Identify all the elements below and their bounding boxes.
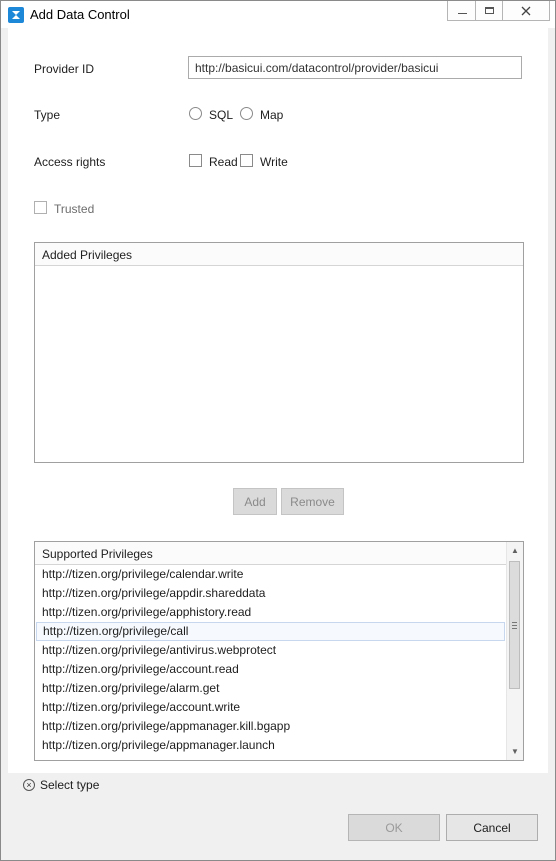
cancel-button[interactable]: Cancel <box>446 814 538 841</box>
add-button[interactable]: Add <box>233 488 277 515</box>
vertical-scrollbar[interactable]: ▲ ▼ <box>506 542 523 760</box>
read-label: Read <box>209 155 238 169</box>
maximize-icon <box>485 7 494 14</box>
type-sql-radio[interactable] <box>189 107 202 120</box>
write-label: Write <box>260 155 288 169</box>
dialog-window: Add Data Control Provider ID http://basi… <box>0 0 556 861</box>
app-icon <box>8 7 24 23</box>
close-button[interactable] <box>502 1 550 21</box>
scrollbar-thumb[interactable] <box>509 561 520 689</box>
grip-icon <box>512 621 517 629</box>
scroll-up-arrow-icon[interactable]: ▲ <box>507 542 523 559</box>
ok-button[interactable]: OK <box>348 814 440 841</box>
list-item[interactable]: http://tizen.org/privilege/call <box>36 622 505 641</box>
status-text: Select type <box>40 778 100 792</box>
list-item[interactable]: http://tizen.org/privilege/apphistory.re… <box>35 603 506 622</box>
trusted-checkbox[interactable] <box>34 201 47 214</box>
list-item[interactable]: http://tizen.org/privilege/calendar.writ… <box>35 565 506 584</box>
write-checkbox[interactable] <box>240 154 253 167</box>
supported-privileges-items: http://tizen.org/privilege/calendar.writ… <box>35 565 506 755</box>
access-rights-label: Access rights <box>34 155 106 169</box>
close-icon <box>521 6 531 15</box>
type-sql-label: SQL <box>209 108 234 122</box>
read-checkbox[interactable] <box>189 154 202 167</box>
type-map-label: Map <box>260 108 284 122</box>
maximize-button[interactable] <box>475 1 504 21</box>
list-item[interactable]: http://tizen.org/privilege/account.read <box>35 660 506 679</box>
provider-id-input[interactable]: http://basicui.com/datacontrol/provider/… <box>188 56 522 79</box>
supported-privileges-list[interactable]: Supported Privileges http://tizen.org/pr… <box>34 541 524 761</box>
minimize-button[interactable] <box>447 1 477 21</box>
error-circle-icon: × <box>23 779 35 791</box>
minimize-icon <box>457 11 467 14</box>
scroll-down-arrow-icon[interactable]: ▼ <box>507 743 523 760</box>
supported-privileges-header: Supported Privileges <box>35 542 506 565</box>
added-privileges-header: Added Privileges <box>35 243 523 266</box>
trusted-label: Trusted <box>54 202 95 216</box>
window-title: Add Data Control <box>30 7 130 22</box>
title-bar[interactable]: Add Data Control <box>1 1 555 28</box>
type-label: Type <box>34 108 61 122</box>
list-item[interactable]: http://tizen.org/privilege/alarm.get <box>35 679 506 698</box>
list-item[interactable]: http://tizen.org/privilege/appmanager.la… <box>35 736 506 755</box>
added-privileges-list[interactable]: Added Privileges <box>34 242 524 463</box>
list-item[interactable]: http://tizen.org/privilege/account.write <box>35 698 506 717</box>
provider-id-label: Provider ID <box>34 62 95 76</box>
list-item[interactable]: http://tizen.org/privilege/appmanager.ki… <box>35 717 506 736</box>
list-item[interactable]: http://tizen.org/privilege/appdir.shared… <box>35 584 506 603</box>
remove-button[interactable]: Remove <box>281 488 344 515</box>
type-map-radio[interactable] <box>240 107 253 120</box>
list-item[interactable]: http://tizen.org/privilege/antivirus.web… <box>35 641 506 660</box>
